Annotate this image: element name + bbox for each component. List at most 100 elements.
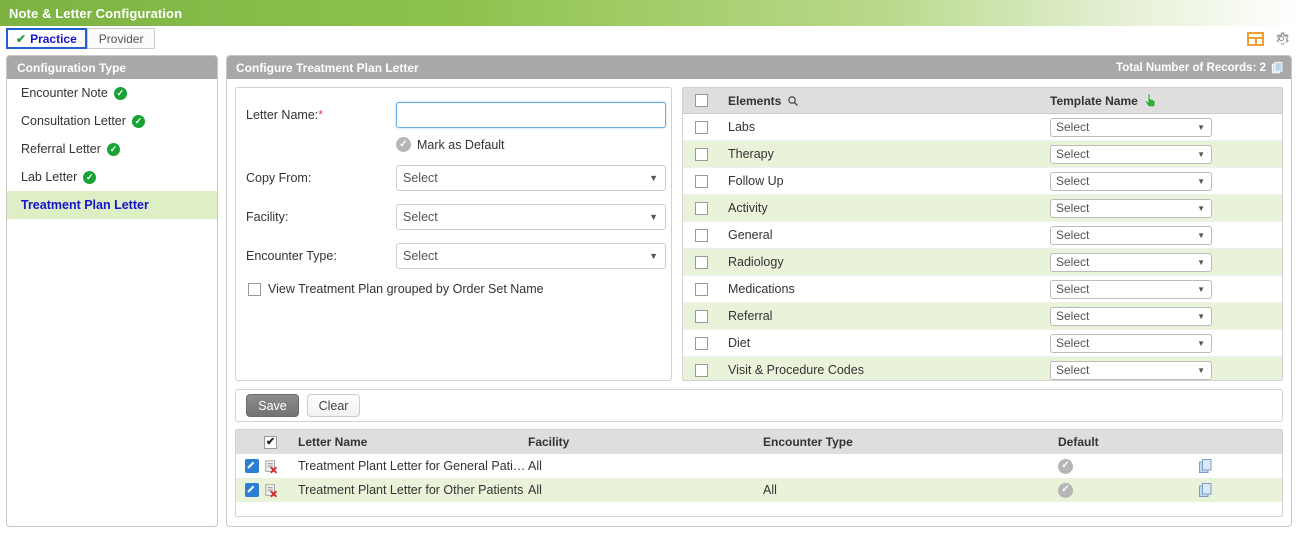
encounter-type-value: Select <box>403 249 438 263</box>
facility-column-header: Facility <box>528 435 570 449</box>
click-hand-cursor-icon <box>1144 92 1156 107</box>
sidebar-item-treatment-plan-letter[interactable]: Treatment Plan Letter <box>7 191 217 219</box>
elements-row[interactable]: Medications Select ▼ <box>683 276 1282 303</box>
template-select[interactable]: Select ▼ <box>1050 279 1212 299</box>
chevron-down-icon: ▼ <box>649 212 658 222</box>
element-checkbox-cell <box>683 120 720 134</box>
encounter-type-cell: All <box>763 483 777 497</box>
encounter-type-column-header: Encounter Type <box>763 435 853 449</box>
group-by-order-set-checkbox[interactable] <box>248 282 261 296</box>
select-all-elements-checkbox[interactable] <box>695 94 708 107</box>
chevron-down-icon: ▼ <box>649 251 658 261</box>
template-select[interactable]: Select ▼ <box>1050 117 1212 137</box>
form-actions: Save Clear <box>235 389 1283 422</box>
elements-row[interactable]: Labs Select ▼ <box>683 114 1282 141</box>
elements-row[interactable]: Diet Select ▼ <box>683 330 1282 357</box>
table-row[interactable]: Treatment Plant Letter for Other Patient… <box>236 478 1282 502</box>
group-by-order-set-label: View Treatment Plan grouped by Order Set… <box>268 282 544 296</box>
edit-icon[interactable] <box>245 483 259 497</box>
element-checkbox[interactable] <box>695 228 708 242</box>
table-row[interactable]: Treatment Plant Letter for General Patie… <box>236 454 1282 478</box>
elements-column-label: Elements <box>728 93 782 108</box>
clear-button[interactable]: Clear <box>307 394 360 417</box>
elements-row[interactable]: Referral Select ▼ <box>683 303 1282 330</box>
sidebar-item-label: Lab Letter <box>21 170 78 184</box>
element-template-cell: Select ▼ <box>1050 252 1282 272</box>
select-all-letters-checkbox[interactable] <box>264 435 277 449</box>
mark-as-default-row[interactable]: ✓ Mark as Default <box>396 137 671 152</box>
edit-icon[interactable] <box>245 459 259 473</box>
copy-icon[interactable] <box>1198 482 1214 498</box>
letter-form: Letter Name:* ✓ Mark as Default Copy Fro… <box>235 87 672 381</box>
elements-row[interactable]: Activity Select ▼ <box>683 195 1282 222</box>
sidebar-item-label: Referral Letter <box>21 142 101 156</box>
gear-icon[interactable] <box>1273 30 1290 47</box>
elements-row[interactable]: Therapy Select ▼ <box>683 141 1282 168</box>
facility-row: Facility: Select ▼ <box>236 204 671 230</box>
sidebar-item-encounter-note[interactable]: Encounter Note ✓ <box>7 79 217 107</box>
template-select[interactable]: Select ▼ <box>1050 225 1212 245</box>
required-asterisk: * <box>318 108 324 122</box>
chevron-down-icon: ▼ <box>1197 284 1205 294</box>
chevron-down-icon: ▼ <box>649 173 658 183</box>
template-select[interactable]: Select ▼ <box>1050 171 1212 191</box>
template-select[interactable]: Select ▼ <box>1050 360 1212 380</box>
template-select[interactable]: Select ▼ <box>1050 198 1212 218</box>
sidebar-item-consultation-letter[interactable]: Consultation Letter ✓ <box>7 107 217 135</box>
letter-name-input[interactable] <box>396 102 666 128</box>
row-actions <box>236 483 298 498</box>
group-by-order-set-row[interactable]: View Treatment Plan grouped by Order Set… <box>236 282 671 296</box>
tab-practice[interactable]: ✔ Practice <box>6 28 87 49</box>
elements-row[interactable]: General Select ▼ <box>683 222 1282 249</box>
template-select[interactable]: Select ▼ <box>1050 333 1212 353</box>
copy-icon[interactable] <box>1271 61 1285 75</box>
template-select[interactable]: Select ▼ <box>1050 306 1212 326</box>
element-checkbox[interactable] <box>695 336 708 350</box>
template-name-column-header: Template Name <box>1050 92 1282 109</box>
elements-row[interactable]: Visit & Procedure Codes Select ▼ <box>683 357 1282 380</box>
element-checkbox[interactable] <box>695 363 708 377</box>
chevron-down-icon: ▼ <box>1197 257 1205 267</box>
element-checkbox-cell <box>683 363 720 377</box>
element-checkbox[interactable] <box>695 282 708 296</box>
template-select[interactable]: Select ▼ <box>1050 252 1212 272</box>
element-checkbox[interactable] <box>695 201 708 215</box>
default-check-icon: ✓ <box>1058 482 1073 498</box>
template-value: Select <box>1056 120 1090 134</box>
save-button[interactable]: Save <box>246 394 299 417</box>
template-value: Select <box>1056 255 1090 269</box>
sidebar-item-lab-letter[interactable]: Lab Letter ✓ <box>7 163 217 191</box>
element-name: Referral <box>728 309 773 323</box>
elements-row[interactable]: Radiology Select ▼ <box>683 249 1282 276</box>
copy-from-value: Select <box>403 171 438 185</box>
template-select[interactable]: Select ▼ <box>1050 144 1212 164</box>
sidebar-header: Configuration Type <box>7 56 217 79</box>
element-checkbox[interactable] <box>695 147 708 161</box>
template-value: Select <box>1056 282 1090 296</box>
element-checkbox[interactable] <box>695 120 708 134</box>
encounter-type-label: Encounter Type: <box>246 249 337 263</box>
main-body: Configuration Type Encounter Note ✓ Cons… <box>0 55 1298 534</box>
encounter-type-select[interactable]: Select ▼ <box>396 243 666 269</box>
element-checkbox-cell <box>683 255 720 269</box>
element-template-cell: Select ▼ <box>1050 279 1282 299</box>
tab-bar: ✔ Practice Provider <box>0 26 1298 55</box>
sidebar-item-referral-letter[interactable]: Referral Letter ✓ <box>7 135 217 163</box>
element-checkbox[interactable] <box>695 309 708 323</box>
search-icon[interactable] <box>787 95 799 107</box>
delete-icon[interactable] <box>264 459 278 474</box>
mark-as-default-icon[interactable]: ✓ <box>396 137 411 152</box>
layout-icon[interactable] <box>1247 31 1264 46</box>
delete-icon[interactable] <box>264 483 278 498</box>
facility-select[interactable]: Select ▼ <box>396 204 666 230</box>
copy-icon[interactable] <box>1198 458 1214 474</box>
copy-from-select[interactable]: Select ▼ <box>396 165 666 191</box>
element-checkbox[interactable] <box>695 255 708 269</box>
element-checkbox[interactable] <box>695 174 708 188</box>
element-template-cell: Select ▼ <box>1050 333 1282 353</box>
default-cell: ✓ <box>1058 458 1148 474</box>
elements-row[interactable]: Follow Up Select ▼ <box>683 168 1282 195</box>
element-checkbox-cell <box>683 336 720 350</box>
tab-provider[interactable]: Provider <box>86 28 156 49</box>
letter-name-cell: Treatment Plant Letter for Other Patient… <box>298 483 524 497</box>
